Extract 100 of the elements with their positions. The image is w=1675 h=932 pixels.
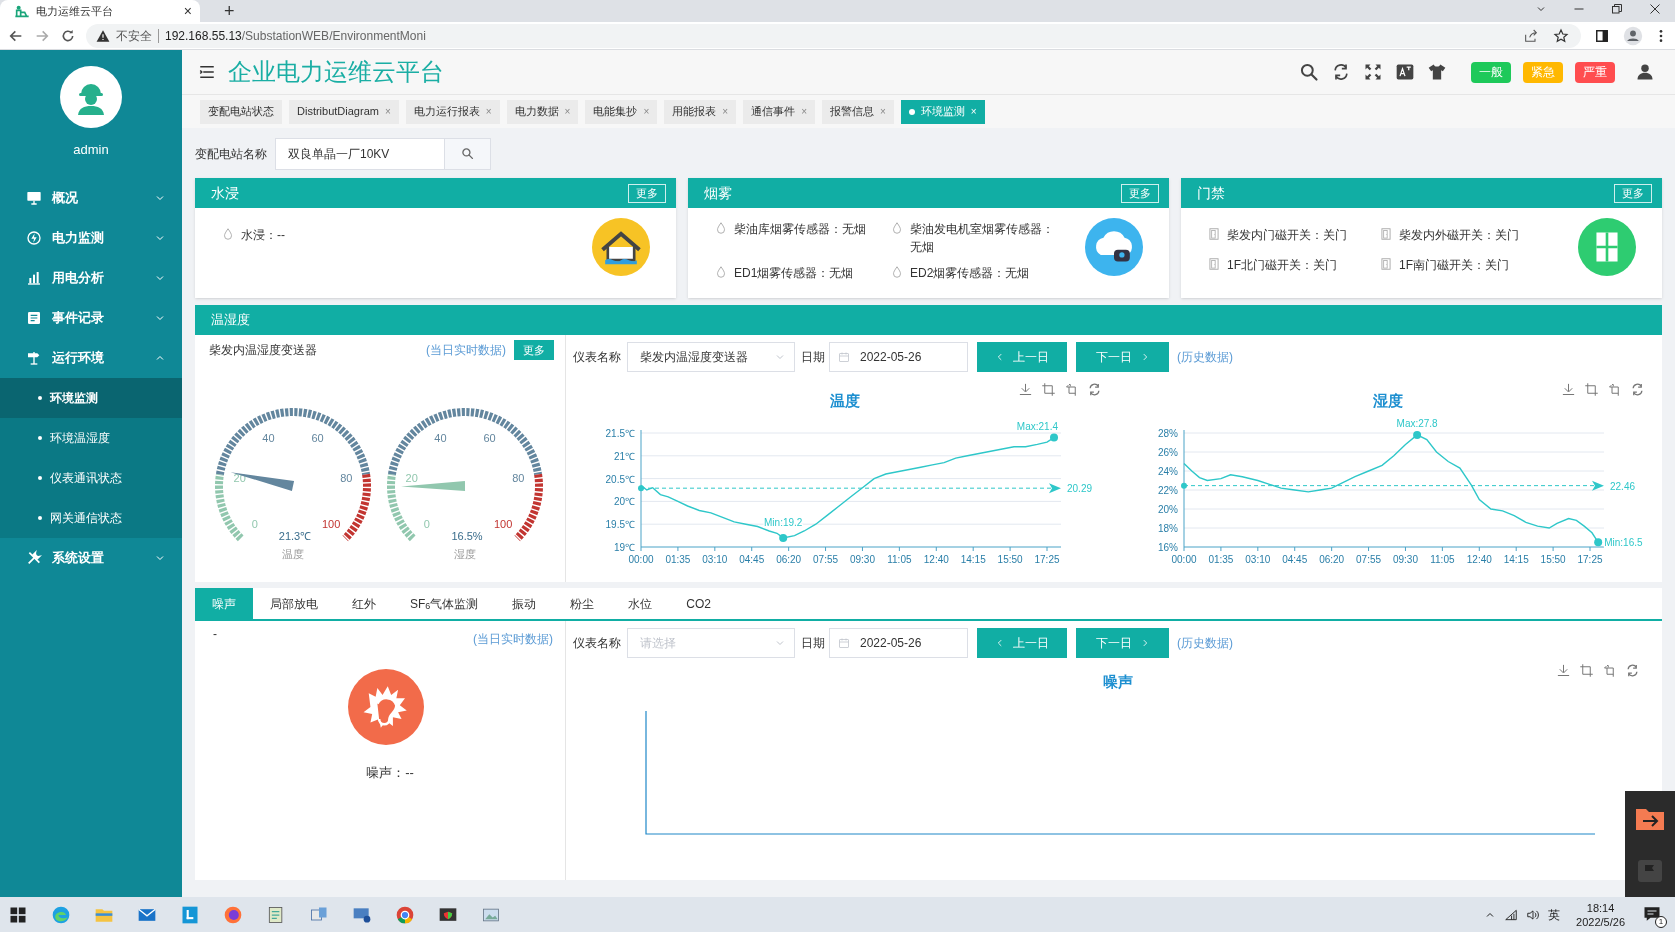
sensor-status: ED1烟雾传感器：无烟: [734, 265, 854, 282]
sidebar-icon[interactable]: [1595, 28, 1609, 43]
alarm-badge[interactable]: 一般: [1471, 61, 1511, 83]
page-tab[interactable]: 环境监测 ×: [900, 99, 985, 124]
crop-icon[interactable]: [1041, 382, 1056, 397]
sensor-status: 水浸：--: [241, 227, 285, 244]
clock-time[interactable]: 18:14: [1586, 900, 1615, 915]
browser-tab[interactable]: 电力运维云平台 ×: [0, 0, 200, 22]
crop-icon[interactable]: [1584, 382, 1599, 397]
share-icon[interactable]: [1523, 27, 1539, 44]
meter-select[interactable]: 柴发内温湿度变送器: [627, 342, 795, 372]
shirt-icon[interactable]: [1427, 62, 1447, 82]
search-icon[interactable]: [1299, 62, 1319, 82]
new-tab-button[interactable]: +: [224, 2, 235, 20]
next-day-button[interactable]: 下一日: [1076, 628, 1169, 658]
sensor-tab[interactable]: 振动: [495, 588, 554, 619]
date-field[interactable]: 2022-05-26: [829, 342, 968, 372]
realtime-link[interactable]: (当日实时数据): [473, 630, 553, 648]
next-day-button[interactable]: 下一日: [1076, 342, 1169, 372]
sensor-tab[interactable]: CO2: [669, 588, 729, 619]
more-button[interactable]: 更多: [514, 340, 554, 360]
sensor-tab[interactable]: 红外: [335, 588, 393, 619]
sidebar-subitem[interactable]: 仪表通讯状态: [0, 457, 182, 498]
tab-close-button[interactable]: ×: [801, 104, 807, 119]
sidebar-item[interactable]: 事件记录: [0, 297, 182, 338]
fullscreen-icon[interactable]: [1363, 62, 1383, 82]
sidebar-subitem[interactable]: 网关通信状态: [0, 497, 182, 538]
sensor-tab[interactable]: 噪声: [195, 588, 253, 619]
menu-icon[interactable]: [198, 63, 216, 81]
chrome-icon[interactable]: [395, 904, 415, 925]
sensor-tab[interactable]: SF$_{6}$气体监测: [393, 588, 496, 619]
prev-day-button[interactable]: 上一日: [977, 628, 1067, 658]
tab-close-button[interactable]: ×: [564, 104, 571, 119]
clock-date[interactable]: 2022/5/26: [1576, 914, 1625, 929]
page-tab[interactable]: 电力数据 ×: [506, 99, 579, 124]
input-method[interactable]: 英: [1548, 905, 1561, 924]
refresh-icon[interactable]: [1630, 382, 1645, 397]
station-field[interactable]: 双良单晶一厂10KV: [275, 137, 445, 170]
page-tab[interactable]: 变配电站状态: [200, 99, 282, 124]
star-icon[interactable]: [1553, 27, 1569, 44]
tab-close-button[interactable]: ×: [384, 104, 391, 119]
sensor-tab[interactable]: 局部放电: [253, 588, 335, 619]
address-field[interactable]: 不安全 192.168.55.13/SubstationWEB/EnvironmentMoni: [86, 23, 1581, 48]
wifi-icon[interactable]: [1504, 907, 1519, 922]
tab-close-button[interactable]: ×: [970, 104, 977, 119]
sidebar-item[interactable]: 系统设置: [0, 537, 182, 578]
user-icon[interactable]: [1635, 62, 1655, 82]
tab-close-button[interactable]: ×: [643, 104, 650, 119]
refresh-icon[interactable]: [1087, 382, 1102, 397]
page-tab[interactable]: 报警信息 ×: [822, 99, 894, 124]
crop-icon[interactable]: [1607, 382, 1622, 397]
close-icon[interactable]: [1649, 3, 1661, 15]
tab-close-button[interactable]: ×: [485, 104, 492, 119]
speaker-icon[interactable]: [1526, 907, 1541, 922]
sidebar-item[interactable]: 概况: [0, 177, 182, 218]
crop-icon[interactable]: [1602, 663, 1617, 678]
download-icon[interactable]: [1556, 663, 1571, 678]
monitor-icon: [26, 189, 42, 206]
reload-icon[interactable]: [60, 27, 76, 44]
sidebar-subitem[interactable]: 环境温湿度: [0, 417, 182, 458]
firefox-icon[interactable]: [223, 904, 243, 925]
sensor-tab[interactable]: 水位: [611, 588, 670, 619]
sidebar-item[interactable]: 电力监测: [0, 217, 182, 258]
download-icon[interactable]: [1018, 382, 1033, 397]
crop-icon[interactable]: [1579, 663, 1594, 678]
axis-tick-label: 21℃: [613, 450, 635, 462]
page-tab[interactable]: DistributDiagram ×: [289, 99, 399, 124]
refresh-icon[interactable]: [1625, 663, 1640, 678]
sensor-status: 柴发内外磁开关：关门: [1399, 227, 1519, 244]
crop-icon[interactable]: [1064, 382, 1079, 397]
prev-day-button[interactable]: 上一日: [977, 342, 1067, 372]
more-button[interactable]: 更多: [628, 183, 666, 203]
realtime-link[interactable]: (当日实时数据): [426, 341, 506, 359]
tab-close-button[interactable]: ×: [880, 104, 886, 119]
sidebar-item[interactable]: 用电分析: [0, 257, 182, 298]
more-icon[interactable]: [1657, 27, 1665, 44]
tab-close-button[interactable]: ×: [722, 104, 729, 119]
sidebar-item[interactable]: 运行环境: [0, 337, 182, 378]
alarm-badge[interactable]: 严重: [1575, 61, 1615, 83]
history-link[interactable]: (历史数据): [1177, 348, 1233, 366]
translate-icon[interactable]: [1395, 62, 1415, 82]
notification-icon[interactable]: [1643, 904, 1661, 923]
more-button[interactable]: 更多: [1121, 183, 1159, 203]
restore-icon[interactable]: [1611, 3, 1623, 15]
sidebar-subitem[interactable]: 环境监测: [0, 377, 182, 418]
more-button[interactable]: 更多: [1614, 183, 1652, 203]
date-field[interactable]: 2022-05-26: [829, 628, 968, 658]
page-tab[interactable]: 电力运行报表 ×: [405, 99, 500, 124]
history-link[interactable]: (历史数据): [1177, 634, 1233, 652]
axis-tick-label: 04:45: [1282, 554, 1308, 565]
sensor-tab[interactable]: 粉尘: [553, 588, 612, 619]
profile-icon[interactable]: [1623, 25, 1643, 46]
axis-tick-label: 12:40: [923, 554, 949, 565]
page-tab[interactable]: 用能报表 ×: [664, 99, 737, 124]
page-tab[interactable]: 电能集抄 ×: [585, 99, 658, 124]
app-tile-icon[interactable]: [180, 904, 200, 925]
tab-close-button[interactable]: ×: [183, 4, 192, 18]
axis-tick-label: 11:05: [1430, 554, 1455, 565]
download-icon[interactable]: [1561, 382, 1576, 397]
page-tab[interactable]: 通信事件 ×: [743, 99, 815, 124]
